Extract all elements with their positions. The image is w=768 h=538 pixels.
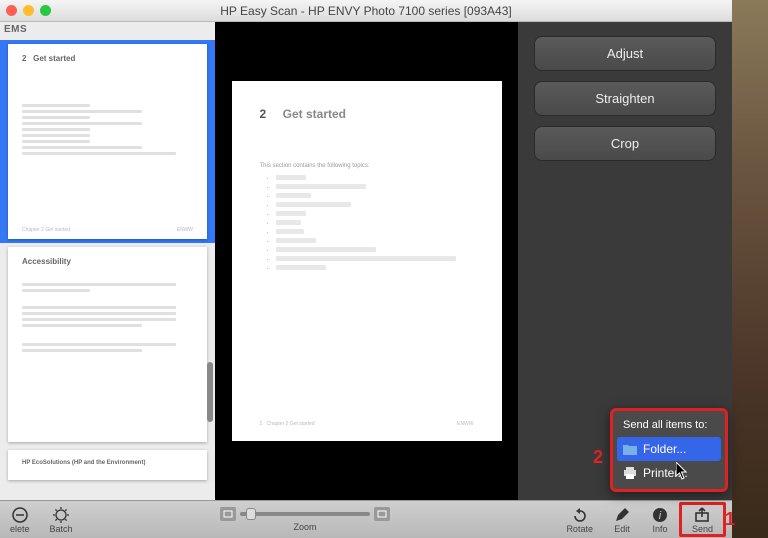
- info-button[interactable]: i Info: [641, 502, 679, 537]
- zoom-slider[interactable]: [240, 512, 370, 516]
- window-title: HP Easy Scan - HP ENVY Photo 7100 series…: [220, 4, 512, 18]
- send-to-folder-item[interactable]: Folder...: [617, 437, 721, 461]
- zoom-slider-knob[interactable]: [246, 508, 256, 520]
- zoom-out-button[interactable]: [220, 507, 236, 521]
- window-controls: [6, 5, 51, 16]
- sidebar-scrollbar[interactable]: [207, 362, 213, 422]
- zoom-window-button[interactable]: [40, 5, 51, 16]
- crop-button[interactable]: Crop: [534, 126, 716, 161]
- close-window-button[interactable]: [6, 5, 17, 16]
- send-popup-title: Send all items to:: [617, 417, 721, 437]
- page-footer: 2 Chapter 2 Get started ENWW: [260, 421, 474, 427]
- edit-button[interactable]: Edit: [603, 502, 641, 537]
- batch-icon: [52, 507, 70, 523]
- rotate-icon: [571, 507, 589, 523]
- share-icon: [693, 507, 711, 523]
- thumbnail-page: HP EcoSolutions (HP and the Environment): [8, 450, 207, 480]
- folder-icon: [623, 443, 637, 455]
- sidebar-header: EMS: [0, 22, 31, 37]
- main-preview[interactable]: 2 Get started This section contains the …: [215, 22, 518, 500]
- send-button-highlight: Send: [679, 502, 726, 537]
- delete-icon: [11, 507, 29, 523]
- minimize-window-button[interactable]: [23, 5, 34, 16]
- thumbnail-list: 2 Get started Chapter 2 Get startedENWW …: [0, 22, 215, 484]
- thumbnail-item-selected[interactable]: 2 Get started Chapter 2 Get startedENWW: [0, 40, 215, 243]
- zoom-in-button[interactable]: [374, 507, 390, 521]
- toolbar-right-group: Rotate Edit i Info Send: [556, 502, 726, 537]
- send-button[interactable]: Send: [682, 505, 723, 534]
- toolbar-left-group: elete Batch: [0, 505, 83, 534]
- rotate-button[interactable]: Rotate: [556, 502, 603, 537]
- send-to-printer-item[interactable]: Printer...: [617, 461, 721, 485]
- page-topic-list: [260, 175, 474, 270]
- thumbnail-page: Accessibility: [8, 247, 207, 442]
- zoom-control: Zoom: [220, 507, 390, 532]
- cursor-icon: [676, 462, 690, 480]
- document-page: 2 Get started This section contains the …: [232, 81, 502, 441]
- send-popup: Send all items to: Folder... Printer...: [610, 408, 728, 492]
- thumbnail-item[interactable]: Accessibility: [0, 243, 215, 446]
- info-icon: i: [651, 507, 669, 523]
- annotation-label-2: 2: [593, 447, 603, 468]
- bottom-toolbar: elete Batch Zoom: [0, 500, 732, 538]
- annotation-label-1: 1: [725, 509, 735, 530]
- delete-button[interactable]: elete: [0, 505, 40, 534]
- thumbnail-item[interactable]: HP EcoSolutions (HP and the Environment): [0, 446, 215, 484]
- batch-button[interactable]: Batch: [40, 505, 83, 534]
- adjust-button[interactable]: Adjust: [534, 36, 716, 71]
- app-window: HP Easy Scan - HP ENVY Photo 7100 series…: [0, 0, 732, 538]
- titlebar[interactable]: HP Easy Scan - HP ENVY Photo 7100 series…: [0, 0, 732, 22]
- thumbnail-sidebar[interactable]: EMS 2 Get started Chapter 2 Get startedE…: [0, 22, 215, 500]
- thumbnail-page: 2 Get started Chapter 2 Get startedENWW: [8, 44, 207, 239]
- page-subtitle: This section contains the following topi…: [260, 163, 474, 169]
- printer-icon: [623, 467, 637, 479]
- page-chapter-title: Get started: [283, 107, 346, 121]
- page-chapter-number: 2: [260, 107, 267, 121]
- edit-icon: [613, 507, 631, 523]
- straighten-button[interactable]: Straighten: [534, 81, 716, 116]
